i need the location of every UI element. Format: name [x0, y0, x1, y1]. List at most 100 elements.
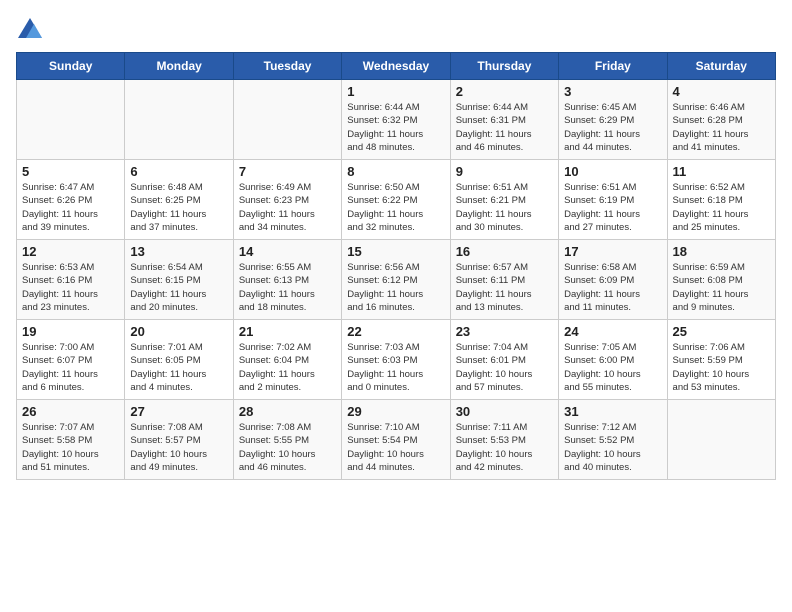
- calendar-cell: 4 Sunrise: 6:46 AMSunset: 6:28 PMDaylight…: [667, 80, 775, 160]
- day-number: 2: [456, 84, 553, 99]
- day-number: 25: [673, 324, 770, 339]
- day-info: Sunrise: 6:58 AMSunset: 6:09 PMDaylight:…: [564, 261, 661, 314]
- column-header-wednesday: Wednesday: [342, 53, 450, 80]
- calendar-cell: 29 Sunrise: 7:10 AMSunset: 5:54 PMDayligh…: [342, 400, 450, 480]
- calendar-table: SundayMondayTuesdayWednesdayThursdayFrid…: [16, 52, 776, 480]
- day-info: Sunrise: 7:10 AMSunset: 5:54 PMDaylight:…: [347, 421, 444, 474]
- day-number: 23: [456, 324, 553, 339]
- logo-icon: [16, 16, 44, 44]
- day-info: Sunrise: 6:46 AMSunset: 6:28 PMDaylight:…: [673, 101, 770, 154]
- calendar-cell: 12Sunrise: 6:53 AMSunset: 6:16 PMDayligh…: [17, 240, 125, 320]
- day-number: 21: [239, 324, 336, 339]
- calendar-cell: 18 Sunrise: 6:59 AMSunset: 6:08 PMDayligh…: [667, 240, 775, 320]
- day-number: 11: [673, 164, 770, 179]
- calendar-cell: 21Sunrise: 7:02 AMSunset: 6:04 PMDayligh…: [233, 320, 341, 400]
- calendar-week-3: 12Sunrise: 6:53 AMSunset: 6:16 PMDayligh…: [17, 240, 776, 320]
- day-number: 27: [130, 404, 227, 419]
- calendar-week-5: 26 Sunrise: 7:07 AMSunset: 5:58 PMDayligh…: [17, 400, 776, 480]
- day-number: 18: [673, 244, 770, 259]
- day-info: Sunrise: 7:08 AMSunset: 5:57 PMDaylight:…: [130, 421, 227, 474]
- calendar-cell: 3 Sunrise: 6:45 AMSunset: 6:29 PMDaylight…: [559, 80, 667, 160]
- calendar-cell: [667, 400, 775, 480]
- day-info: Sunrise: 7:08 AMSunset: 5:55 PMDaylight:…: [239, 421, 336, 474]
- day-info: Sunrise: 7:12 AMSunset: 5:52 PMDaylight:…: [564, 421, 661, 474]
- day-number: 9: [456, 164, 553, 179]
- calendar-cell: 11Sunrise: 6:52 AMSunset: 6:18 PMDayligh…: [667, 160, 775, 240]
- calendar-cell: [17, 80, 125, 160]
- day-info: Sunrise: 6:49 AMSunset: 6:23 PMDaylight:…: [239, 181, 336, 234]
- day-number: 16: [456, 244, 553, 259]
- day-info: Sunrise: 6:50 AMSunset: 6:22 PMDaylight:…: [347, 181, 444, 234]
- day-number: 10: [564, 164, 661, 179]
- calendar-cell: 26 Sunrise: 7:07 AMSunset: 5:58 PMDayligh…: [17, 400, 125, 480]
- calendar-cell: 7 Sunrise: 6:49 AMSunset: 6:23 PMDaylight…: [233, 160, 341, 240]
- day-number: 3: [564, 84, 661, 99]
- logo: [16, 16, 48, 44]
- day-info: Sunrise: 7:03 AMSunset: 6:03 PMDaylight:…: [347, 341, 444, 394]
- column-header-thursday: Thursday: [450, 53, 558, 80]
- calendar-cell: 20Sunrise: 7:01 AMSunset: 6:05 PMDayligh…: [125, 320, 233, 400]
- calendar-cell: 22 Sunrise: 7:03 AMSunset: 6:03 PMDayligh…: [342, 320, 450, 400]
- calendar-cell: 31 Sunrise: 7:12 AMSunset: 5:52 PMDayligh…: [559, 400, 667, 480]
- day-info: Sunrise: 7:04 AMSunset: 6:01 PMDaylight:…: [456, 341, 553, 394]
- calendar-cell: 1 Sunrise: 6:44 AMSunset: 6:32 PMDaylight…: [342, 80, 450, 160]
- day-number: 4: [673, 84, 770, 99]
- column-header-monday: Monday: [125, 53, 233, 80]
- calendar-cell: 9 Sunrise: 6:51 AMSunset: 6:21 PMDaylight…: [450, 160, 558, 240]
- day-info: Sunrise: 6:51 AMSunset: 6:19 PMDaylight:…: [564, 181, 661, 234]
- calendar-cell: 13Sunrise: 6:54 AMSunset: 6:15 PMDayligh…: [125, 240, 233, 320]
- day-number: 29: [347, 404, 444, 419]
- day-info: Sunrise: 6:45 AMSunset: 6:29 PMDaylight:…: [564, 101, 661, 154]
- day-info: Sunrise: 6:53 AMSunset: 6:16 PMDaylight:…: [22, 261, 119, 314]
- day-info: Sunrise: 6:48 AMSunset: 6:25 PMDaylight:…: [130, 181, 227, 234]
- day-info: Sunrise: 6:51 AMSunset: 6:21 PMDaylight:…: [456, 181, 553, 234]
- day-number: 1: [347, 84, 444, 99]
- calendar-cell: 15 Sunrise: 6:56 AMSunset: 6:12 PMDayligh…: [342, 240, 450, 320]
- calendar-cell: 16 Sunrise: 6:57 AMSunset: 6:11 PMDayligh…: [450, 240, 558, 320]
- day-info: Sunrise: 6:47 AMSunset: 6:26 PMDaylight:…: [22, 181, 119, 234]
- day-number: 14: [239, 244, 336, 259]
- calendar-cell: 14 Sunrise: 6:55 AMSunset: 6:13 PMDayligh…: [233, 240, 341, 320]
- calendar-cell: 24 Sunrise: 7:05 AMSunset: 6:00 PMDayligh…: [559, 320, 667, 400]
- calendar-cell: 28 Sunrise: 7:08 AMSunset: 5:55 PMDayligh…: [233, 400, 341, 480]
- day-number: 22: [347, 324, 444, 339]
- column-header-saturday: Saturday: [667, 53, 775, 80]
- calendar-cell: 23 Sunrise: 7:04 AMSunset: 6:01 PMDayligh…: [450, 320, 558, 400]
- calendar-cell: 30Sunrise: 7:11 AMSunset: 5:53 PMDayligh…: [450, 400, 558, 480]
- day-info: Sunrise: 7:11 AMSunset: 5:53 PMDaylight:…: [456, 421, 553, 474]
- calendar-cell: 25 Sunrise: 7:06 AMSunset: 5:59 PMDayligh…: [667, 320, 775, 400]
- calendar-cell: 2 Sunrise: 6:44 AMSunset: 6:31 PMDaylight…: [450, 80, 558, 160]
- day-number: 8: [347, 164, 444, 179]
- day-number: 7: [239, 164, 336, 179]
- calendar-week-4: 19Sunrise: 7:00 AMSunset: 6:07 PMDayligh…: [17, 320, 776, 400]
- calendar-cell: 17 Sunrise: 6:58 AMSunset: 6:09 PMDayligh…: [559, 240, 667, 320]
- day-info: Sunrise: 7:05 AMSunset: 6:00 PMDaylight:…: [564, 341, 661, 394]
- calendar-cell: 6 Sunrise: 6:48 AMSunset: 6:25 PMDaylight…: [125, 160, 233, 240]
- day-info: Sunrise: 6:57 AMSunset: 6:11 PMDaylight:…: [456, 261, 553, 314]
- day-info: Sunrise: 7:06 AMSunset: 5:59 PMDaylight:…: [673, 341, 770, 394]
- day-number: 5: [22, 164, 119, 179]
- calendar-cell: 8 Sunrise: 6:50 AMSunset: 6:22 PMDaylight…: [342, 160, 450, 240]
- day-info: Sunrise: 7:07 AMSunset: 5:58 PMDaylight:…: [22, 421, 119, 474]
- day-info: Sunrise: 6:55 AMSunset: 6:13 PMDaylight:…: [239, 261, 336, 314]
- day-number: 28: [239, 404, 336, 419]
- day-info: Sunrise: 7:00 AMSunset: 6:07 PMDaylight:…: [22, 341, 119, 394]
- calendar-header: SundayMondayTuesdayWednesdayThursdayFrid…: [17, 53, 776, 80]
- calendar-cell: 19Sunrise: 7:00 AMSunset: 6:07 PMDayligh…: [17, 320, 125, 400]
- day-number: 15: [347, 244, 444, 259]
- day-number: 13: [130, 244, 227, 259]
- calendar-body: 1 Sunrise: 6:44 AMSunset: 6:32 PMDaylight…: [17, 80, 776, 480]
- day-number: 31: [564, 404, 661, 419]
- day-info: Sunrise: 6:59 AMSunset: 6:08 PMDaylight:…: [673, 261, 770, 314]
- column-header-tuesday: Tuesday: [233, 53, 341, 80]
- calendar-cell: 5 Sunrise: 6:47 AMSunset: 6:26 PMDaylight…: [17, 160, 125, 240]
- day-info: Sunrise: 6:56 AMSunset: 6:12 PMDaylight:…: [347, 261, 444, 314]
- day-number: 6: [130, 164, 227, 179]
- calendar-cell: [233, 80, 341, 160]
- day-info: Sunrise: 6:44 AMSunset: 6:31 PMDaylight:…: [456, 101, 553, 154]
- day-number: 17: [564, 244, 661, 259]
- day-info: Sunrise: 6:44 AMSunset: 6:32 PMDaylight:…: [347, 101, 444, 154]
- day-number: 20: [130, 324, 227, 339]
- day-number: 26: [22, 404, 119, 419]
- day-number: 24: [564, 324, 661, 339]
